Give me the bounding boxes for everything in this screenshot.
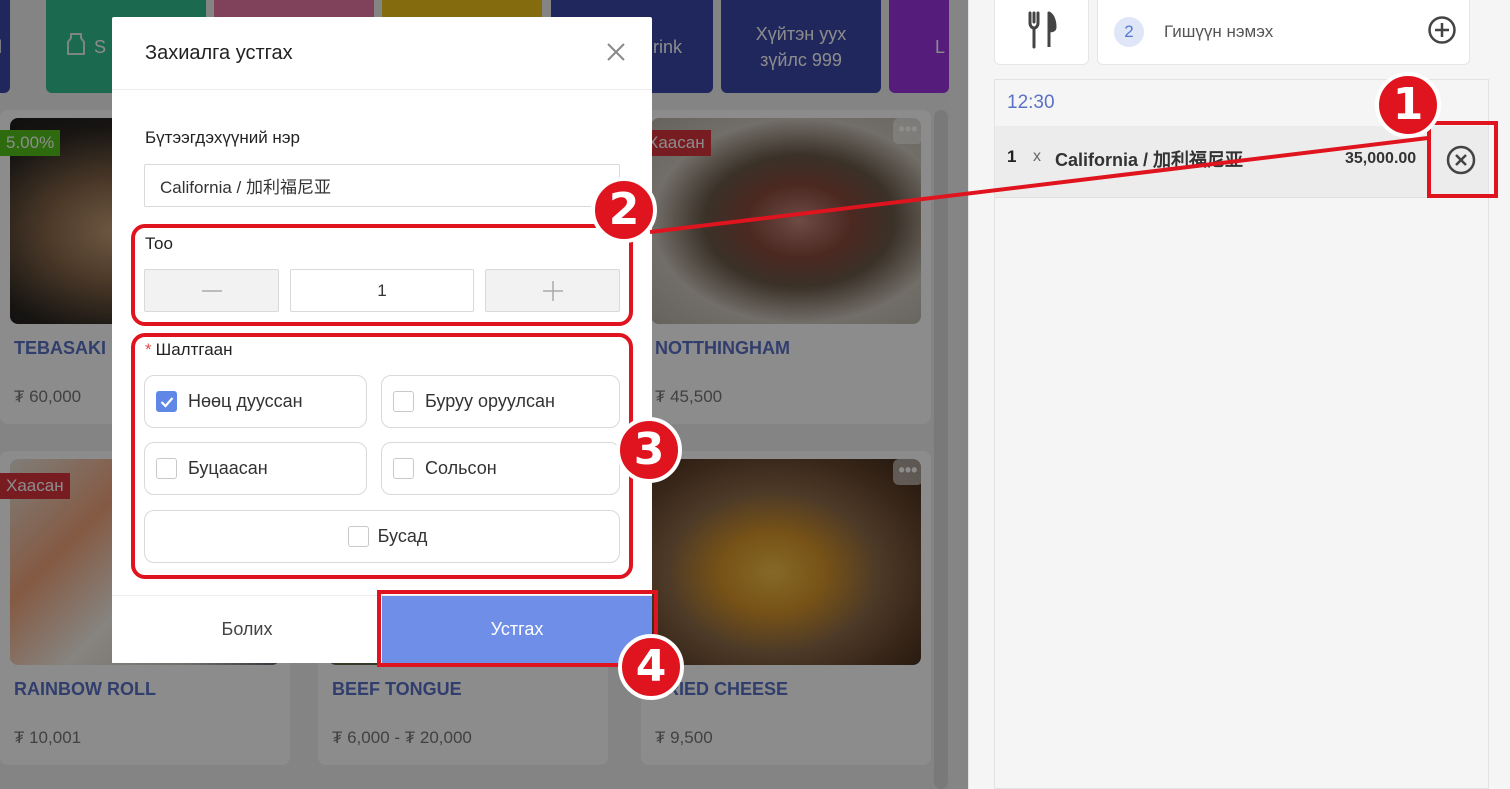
order-item-qty: 1 <box>1007 147 1017 166</box>
reason-option-label: Бусад <box>377 526 428 546</box>
close-icon[interactable] <box>605 41 627 68</box>
checkbox-icon[interactable] <box>347 526 369 547</box>
plus-circle-icon[interactable] <box>1427 15 1457 50</box>
quantity-decrement-button[interactable] <box>144 269 279 312</box>
delete-confirm-button[interactable]: Устгах <box>382 596 652 663</box>
checkbox-icon[interactable] <box>393 458 414 479</box>
reason-option-returned[interactable]: Буцаасан <box>144 442 367 495</box>
modal-title: Захиалга устгах <box>145 42 293 64</box>
quantity-increment-button[interactable] <box>485 269 620 312</box>
order-item-price: 35,000.00 <box>1345 150 1417 167</box>
reason-label-text: Шалтгаан <box>155 340 233 359</box>
cancel-button[interactable]: Болих <box>112 596 382 663</box>
quantity-input[interactable]: 1 <box>290 269 474 312</box>
checkbox-icon[interactable] <box>156 458 177 479</box>
fork-knife-icon <box>1027 11 1057 54</box>
add-guest-label: Гишүүн нэмэх <box>1164 22 1274 41</box>
order-time: 12:30 <box>1007 92 1055 113</box>
reason-option-out-of-stock[interactable]: Нөөц дууссан <box>144 375 367 428</box>
checkbox-checked-icon[interactable] <box>156 391 177 412</box>
plus-icon <box>542 280 563 301</box>
annotation-marker-4: 4 <box>618 634 684 700</box>
dine-in-button[interactable] <box>994 0 1089 65</box>
reason-option-label: Сольсон <box>425 458 497 478</box>
reason-option-other[interactable]: Бусад <box>144 510 620 563</box>
annotation-marker-2: 2 <box>591 177 657 243</box>
order-list: 12:30 1 x California / 加利福尼亚 35,000.00 <box>994 79 1489 789</box>
order-item-name: California / 加利福尼亚 <box>1055 150 1244 170</box>
product-name-field: California / 加利福尼亚 <box>144 164 620 207</box>
guest-count-badge: 2 <box>1114 17 1144 47</box>
annotation-marker-3: 3 <box>616 417 682 483</box>
reason-option-label: Буруу оруулсан <box>425 391 555 411</box>
order-item-times: x <box>1033 148 1041 165</box>
minus-icon <box>201 289 222 292</box>
modal-footer: Болих Устгах <box>112 595 652 663</box>
add-guest-bar[interactable]: 2 Гишүүн нэмэх <box>1097 0 1470 65</box>
annotation-marker-1: 1 <box>1375 72 1441 138</box>
modal-header: Захиалга устгах <box>112 17 652 90</box>
checkbox-icon[interactable] <box>393 391 414 412</box>
reason-option-wrong-entry[interactable]: Буруу оруулсан <box>381 375 620 428</box>
delete-order-modal: Захиалга устгах Бүтээгдэхүүний нэр Calif… <box>112 17 652 663</box>
quantity-label: Тоо <box>145 234 173 253</box>
product-name-label: Бүтээгдэхүүний нэр <box>145 128 300 147</box>
reason-label: * Шалтгаан <box>145 340 233 360</box>
reason-option-replaced[interactable]: Сольсон <box>381 442 620 495</box>
reason-option-label: Нөөц дууссан <box>188 391 303 411</box>
remove-item-icon[interactable] <box>1445 144 1477 181</box>
reason-option-label: Буцаасан <box>188 458 268 478</box>
required-asterisk: * <box>145 340 152 359</box>
